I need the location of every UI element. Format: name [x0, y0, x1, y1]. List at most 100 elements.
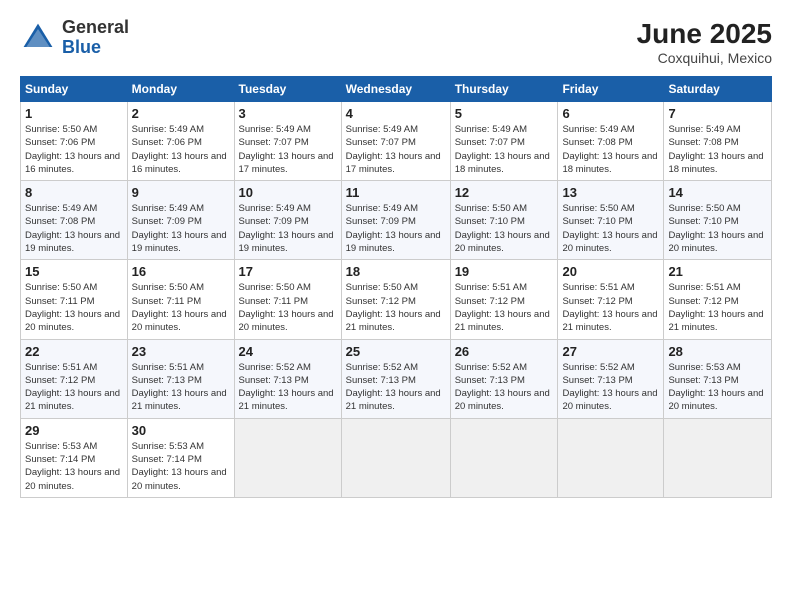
day-cell: 18 Sunrise: 5:50 AMSunset: 7:12 PMDaylig…	[341, 260, 450, 339]
day-info: Sunrise: 5:49 AMSunset: 7:09 PMDaylight:…	[346, 202, 446, 255]
title-block: June 2025 Coxquihui, Mexico	[637, 18, 772, 66]
day-number: 1	[25, 106, 123, 121]
day-number: 8	[25, 185, 123, 200]
header: General Blue June 2025 Coxquihui, Mexico	[20, 18, 772, 66]
day-info: Sunrise: 5:51 AMSunset: 7:12 PMDaylight:…	[455, 281, 554, 334]
day-number: 7	[668, 106, 767, 121]
day-info: Sunrise: 5:49 AMSunset: 7:07 PMDaylight:…	[346, 123, 446, 176]
weekday-header-thursday: Thursday	[450, 77, 558, 102]
day-number: 17	[239, 264, 337, 279]
day-cell	[558, 418, 664, 497]
day-cell: 22 Sunrise: 5:51 AMSunset: 7:12 PMDaylig…	[21, 339, 128, 418]
day-info: Sunrise: 5:49 AMSunset: 7:08 PMDaylight:…	[668, 123, 767, 176]
day-cell: 24 Sunrise: 5:52 AMSunset: 7:13 PMDaylig…	[234, 339, 341, 418]
week-row-5: 29 Sunrise: 5:53 AMSunset: 7:14 PMDaylig…	[21, 418, 772, 497]
logo-icon	[20, 20, 56, 56]
day-info: Sunrise: 5:52 AMSunset: 7:13 PMDaylight:…	[239, 361, 337, 414]
day-info: Sunrise: 5:50 AMSunset: 7:10 PMDaylight:…	[668, 202, 767, 255]
week-row-3: 15 Sunrise: 5:50 AMSunset: 7:11 PMDaylig…	[21, 260, 772, 339]
day-cell	[234, 418, 341, 497]
day-cell	[450, 418, 558, 497]
day-cell: 14 Sunrise: 5:50 AMSunset: 7:10 PMDaylig…	[664, 181, 772, 260]
day-number: 12	[455, 185, 554, 200]
day-cell: 7 Sunrise: 5:49 AMSunset: 7:08 PMDayligh…	[664, 102, 772, 181]
day-cell: 9 Sunrise: 5:49 AMSunset: 7:09 PMDayligh…	[127, 181, 234, 260]
day-cell: 12 Sunrise: 5:50 AMSunset: 7:10 PMDaylig…	[450, 181, 558, 260]
logo-general: General	[62, 17, 129, 37]
day-info: Sunrise: 5:53 AMSunset: 7:13 PMDaylight:…	[668, 361, 767, 414]
day-info: Sunrise: 5:51 AMSunset: 7:12 PMDaylight:…	[668, 281, 767, 334]
day-info: Sunrise: 5:50 AMSunset: 7:11 PMDaylight:…	[132, 281, 230, 334]
day-info: Sunrise: 5:50 AMSunset: 7:11 PMDaylight:…	[25, 281, 123, 334]
day-cell: 16 Sunrise: 5:50 AMSunset: 7:11 PMDaylig…	[127, 260, 234, 339]
day-info: Sunrise: 5:49 AMSunset: 7:08 PMDaylight:…	[25, 202, 123, 255]
day-cell: 19 Sunrise: 5:51 AMSunset: 7:12 PMDaylig…	[450, 260, 558, 339]
day-info: Sunrise: 5:49 AMSunset: 7:07 PMDaylight:…	[455, 123, 554, 176]
month-year: June 2025	[637, 18, 772, 50]
day-info: Sunrise: 5:49 AMSunset: 7:09 PMDaylight:…	[239, 202, 337, 255]
logo-text: General Blue	[62, 18, 129, 58]
week-row-1: 1 Sunrise: 5:50 AMSunset: 7:06 PMDayligh…	[21, 102, 772, 181]
day-cell: 15 Sunrise: 5:50 AMSunset: 7:11 PMDaylig…	[21, 260, 128, 339]
day-cell: 5 Sunrise: 5:49 AMSunset: 7:07 PMDayligh…	[450, 102, 558, 181]
day-number: 20	[562, 264, 659, 279]
day-number: 22	[25, 344, 123, 359]
day-number: 10	[239, 185, 337, 200]
day-cell	[664, 418, 772, 497]
day-number: 18	[346, 264, 446, 279]
day-number: 4	[346, 106, 446, 121]
day-info: Sunrise: 5:52 AMSunset: 7:13 PMDaylight:…	[455, 361, 554, 414]
week-row-4: 22 Sunrise: 5:51 AMSunset: 7:12 PMDaylig…	[21, 339, 772, 418]
day-info: Sunrise: 5:49 AMSunset: 7:08 PMDaylight:…	[562, 123, 659, 176]
day-number: 29	[25, 423, 123, 438]
day-number: 3	[239, 106, 337, 121]
day-cell: 29 Sunrise: 5:53 AMSunset: 7:14 PMDaylig…	[21, 418, 128, 497]
day-cell	[341, 418, 450, 497]
day-cell: 23 Sunrise: 5:51 AMSunset: 7:13 PMDaylig…	[127, 339, 234, 418]
day-info: Sunrise: 5:52 AMSunset: 7:13 PMDaylight:…	[346, 361, 446, 414]
day-number: 19	[455, 264, 554, 279]
day-info: Sunrise: 5:51 AMSunset: 7:13 PMDaylight:…	[132, 361, 230, 414]
day-cell: 26 Sunrise: 5:52 AMSunset: 7:13 PMDaylig…	[450, 339, 558, 418]
day-cell: 30 Sunrise: 5:53 AMSunset: 7:14 PMDaylig…	[127, 418, 234, 497]
day-number: 27	[562, 344, 659, 359]
day-info: Sunrise: 5:51 AMSunset: 7:12 PMDaylight:…	[562, 281, 659, 334]
day-info: Sunrise: 5:50 AMSunset: 7:10 PMDaylight:…	[455, 202, 554, 255]
day-number: 6	[562, 106, 659, 121]
day-info: Sunrise: 5:50 AMSunset: 7:11 PMDaylight:…	[239, 281, 337, 334]
day-info: Sunrise: 5:51 AMSunset: 7:12 PMDaylight:…	[25, 361, 123, 414]
logo: General Blue	[20, 18, 129, 58]
day-cell: 1 Sunrise: 5:50 AMSunset: 7:06 PMDayligh…	[21, 102, 128, 181]
day-number: 13	[562, 185, 659, 200]
day-number: 30	[132, 423, 230, 438]
day-number: 21	[668, 264, 767, 279]
day-cell: 6 Sunrise: 5:49 AMSunset: 7:08 PMDayligh…	[558, 102, 664, 181]
day-number: 5	[455, 106, 554, 121]
day-cell: 3 Sunrise: 5:49 AMSunset: 7:07 PMDayligh…	[234, 102, 341, 181]
day-cell: 10 Sunrise: 5:49 AMSunset: 7:09 PMDaylig…	[234, 181, 341, 260]
weekday-header-friday: Friday	[558, 77, 664, 102]
day-cell: 20 Sunrise: 5:51 AMSunset: 7:12 PMDaylig…	[558, 260, 664, 339]
day-info: Sunrise: 5:52 AMSunset: 7:13 PMDaylight:…	[562, 361, 659, 414]
day-info: Sunrise: 5:49 AMSunset: 7:06 PMDaylight:…	[132, 123, 230, 176]
day-cell: 13 Sunrise: 5:50 AMSunset: 7:10 PMDaylig…	[558, 181, 664, 260]
day-cell: 4 Sunrise: 5:49 AMSunset: 7:07 PMDayligh…	[341, 102, 450, 181]
calendar: SundayMondayTuesdayWednesdayThursdayFrid…	[20, 76, 772, 498]
day-info: Sunrise: 5:49 AMSunset: 7:09 PMDaylight:…	[132, 202, 230, 255]
day-cell: 17 Sunrise: 5:50 AMSunset: 7:11 PMDaylig…	[234, 260, 341, 339]
day-number: 14	[668, 185, 767, 200]
day-info: Sunrise: 5:50 AMSunset: 7:06 PMDaylight:…	[25, 123, 123, 176]
day-cell: 11 Sunrise: 5:49 AMSunset: 7:09 PMDaylig…	[341, 181, 450, 260]
day-cell: 21 Sunrise: 5:51 AMSunset: 7:12 PMDaylig…	[664, 260, 772, 339]
day-info: Sunrise: 5:53 AMSunset: 7:14 PMDaylight:…	[25, 440, 123, 493]
day-number: 15	[25, 264, 123, 279]
day-number: 26	[455, 344, 554, 359]
week-row-2: 8 Sunrise: 5:49 AMSunset: 7:08 PMDayligh…	[21, 181, 772, 260]
day-info: Sunrise: 5:50 AMSunset: 7:10 PMDaylight:…	[562, 202, 659, 255]
day-number: 16	[132, 264, 230, 279]
location: Coxquihui, Mexico	[637, 50, 772, 66]
page: General Blue June 2025 Coxquihui, Mexico…	[0, 0, 792, 612]
weekday-header-wednesday: Wednesday	[341, 77, 450, 102]
weekday-header-tuesday: Tuesday	[234, 77, 341, 102]
weekday-header-sunday: Sunday	[21, 77, 128, 102]
